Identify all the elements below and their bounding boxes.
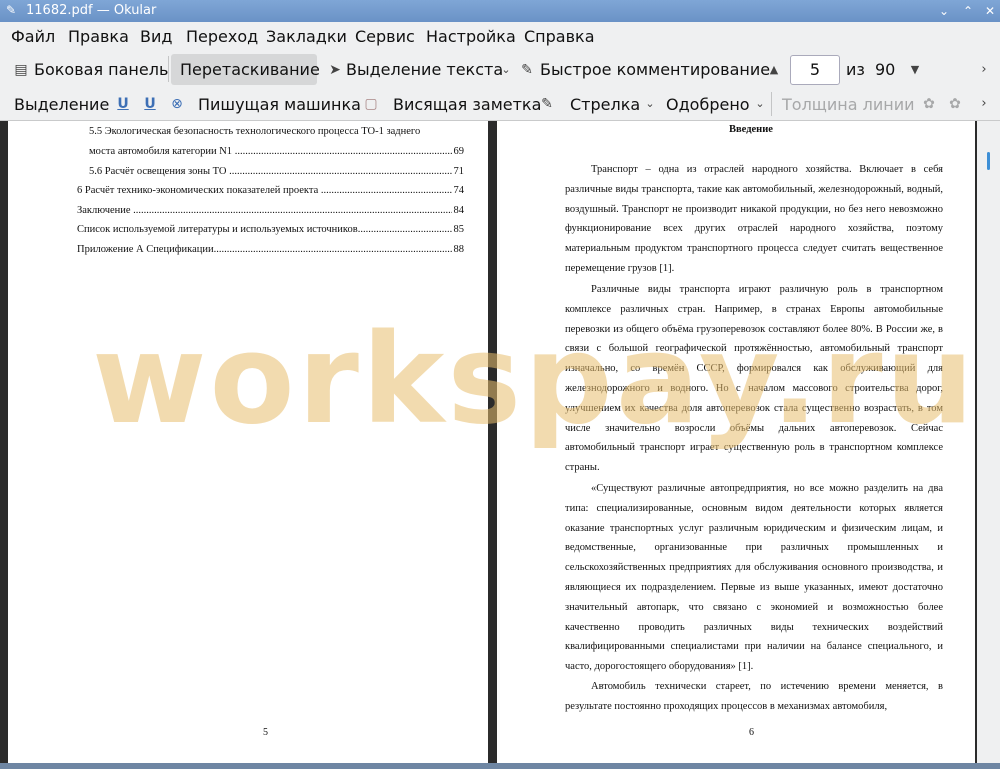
arrow-tool[interactable]: Стрелка (570, 95, 640, 115)
menu-go[interactable]: Переход (186, 27, 258, 47)
toc-entry[interactable]: Заключение .............................… (77, 204, 464, 218)
toolbar-overflow-icon[interactable]: › (975, 61, 993, 79)
paragraph: Транспорт – одна из отраслей народного х… (565, 164, 943, 274)
color-picker-icon[interactable]: ✿ (920, 95, 938, 113)
menu-help[interactable]: Справка (524, 27, 595, 47)
page-number: 5 (263, 727, 268, 738)
toolbar-separator (168, 56, 169, 82)
toc-entry[interactable]: Список используемой литературы и использ… (77, 223, 464, 237)
toc-entry[interactable]: 6 Расчёт технико-экономических показател… (77, 184, 464, 198)
window-title: 11682.pdf — Okular (26, 3, 157, 18)
text-cursor-icon[interactable]: ➤ (326, 61, 344, 79)
pencil-icon[interactable]: ✎ (518, 61, 536, 79)
strikeout-icon[interactable]: ⊗ (168, 95, 186, 113)
toc-entry-title: 5.6 Расчёт освещения зоны ТО (89, 166, 230, 177)
sticky-note-tool[interactable]: Висящая заметка (393, 95, 541, 115)
stamp-tool[interactable]: Одобрено (666, 95, 750, 115)
menu-view[interactable]: Вид (140, 27, 172, 47)
sidebar-button[interactable]: Боковая панель (34, 60, 168, 80)
typewriter-tool[interactable]: Пишущая машинка (198, 95, 361, 115)
toc-entry-title: 6 Расчёт технико-экономических показател… (77, 185, 321, 196)
maximize-icon[interactable]: ⌃ (960, 3, 976, 19)
window-bottom-edge (0, 763, 1000, 769)
page-of-label: из (846, 60, 865, 79)
page-number-input[interactable]: 5 (790, 55, 840, 85)
next-page-icon[interactable]: ▼ (906, 61, 924, 79)
menubar: Файл Правка Вид Переход Закладки Сервис … (0, 22, 1000, 52)
toc-entry[interactable]: 5.5 Экологическая безопасность технологи… (89, 125, 464, 139)
document-page-5: 5.5 Экологическая безопасность технологи… (8, 121, 488, 763)
toc-leader-dots: ........................................… (357, 224, 464, 235)
menu-settings[interactable]: Настройка (426, 27, 516, 47)
toc-entry-page: 88 (451, 243, 464, 257)
chevron-down-icon[interactable]: ⌄ (751, 95, 769, 113)
toc-leader-dots: ........................................… (229, 166, 464, 177)
toolbar-separator (771, 92, 772, 116)
toc-entry-page: 84 (451, 204, 464, 218)
toc-leader-dots: ........................................… (234, 146, 464, 157)
toc-entry-title: Заключение (77, 205, 134, 216)
paragraph: «Существуют различные автопредприятия, н… (565, 483, 943, 673)
okular-app-icon: ✎ (6, 3, 17, 17)
page-number: 6 (749, 727, 754, 738)
line-width-control[interactable]: Толщина линии (782, 95, 915, 115)
sidebar-icon[interactable]: ▤ (12, 61, 30, 79)
toc-entry-title: моста автомобиля категории N1 (89, 146, 235, 157)
toolbar-overflow-icon[interactable]: › (975, 95, 993, 113)
toc-entry-page: 74 (451, 184, 464, 198)
toc-entry[interactable]: моста автомобиля категории N1 ..........… (89, 145, 464, 159)
minimize-icon[interactable]: ⌄ (936, 3, 952, 19)
previous-page-icon[interactable]: ▲ (765, 61, 783, 79)
vertical-scrollbar[interactable] (977, 121, 1000, 769)
toc-leader-dots: ........................................… (213, 244, 464, 255)
close-icon[interactable]: ✕ (982, 3, 998, 19)
toc-entry-title: Список используемой литературы и использ… (77, 224, 358, 235)
menu-bookmarks[interactable]: Закладки (266, 27, 347, 47)
chevron-down-icon[interactable]: ⌄ (641, 95, 659, 113)
window-titlebar[interactable]: ✎ 11682.pdf — Okular ⌄ ⌃ ✕ (0, 0, 1000, 22)
opacity-icon[interactable]: ✿ (946, 95, 964, 113)
toc-entry-page: 85 (451, 223, 464, 237)
scrollbar-handle[interactable] (987, 152, 990, 170)
drag-mode-button[interactable]: Перетаскивание (180, 60, 320, 80)
toc-entry-title: Приложение А Спецификации (77, 244, 214, 255)
underline-icon[interactable]: U (114, 95, 132, 113)
toc-entry-title: 5.5 Экологическая безопасность технологи… (89, 126, 421, 137)
paragraph: Автомобиль технически стареет, по истече… (565, 681, 943, 712)
paragraph: Различные виды транспорта играют различн… (565, 284, 943, 474)
chevron-down-icon[interactable]: ⌄ (497, 61, 515, 79)
menu-file[interactable]: Файл (11, 27, 55, 47)
toc-entry-page: 71 (451, 165, 464, 179)
toc-leader-dots: ........................................… (320, 185, 464, 196)
section-heading: Введение (729, 124, 773, 135)
menu-edit[interactable]: Правка (68, 27, 129, 47)
toc-entry[interactable]: 5.6 Расчёт освещения зоны ТО ...........… (89, 165, 464, 179)
quick-comment-button[interactable]: Быстрое комментирование (540, 60, 770, 80)
text-select-button[interactable]: Выделение текста (346, 60, 503, 80)
squiggly-underline-icon[interactable]: U (141, 95, 159, 113)
toc-entry[interactable]: Приложение А Спецификации...............… (77, 243, 464, 257)
highlight-tool[interactable]: Выделение (14, 95, 109, 115)
marker-icon[interactable]: ✎ (538, 95, 556, 113)
page-total-label: 90 (875, 60, 896, 79)
toc-entry-page: 69 (451, 145, 464, 159)
toc-leader-dots: ........................................… (133, 205, 464, 216)
menu-tools[interactable]: Сервис (355, 27, 415, 47)
note-icon[interactable]: ▢ (362, 95, 380, 113)
